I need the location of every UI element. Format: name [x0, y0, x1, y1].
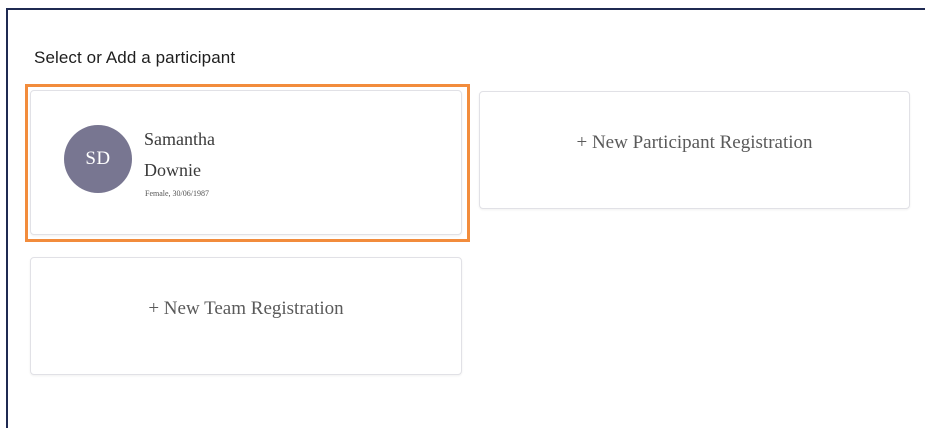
avatar-initials: SD [85, 148, 111, 169]
participant-details: Female, 30/06/1987 [145, 189, 209, 198]
new-participant-registration-button[interactable]: + New Participant Registration [479, 91, 910, 209]
new-team-registration-button[interactable]: + New Team Registration [30, 257, 462, 375]
participant-last-name: Downie [144, 160, 201, 180]
participant-card-samantha-downie[interactable]: SD Samantha Downie Female, 30/06/1987 [30, 90, 462, 235]
new-participant-registration-label: + New Participant Registration [576, 132, 813, 153]
avatar: SD [64, 125, 132, 193]
section-heading: Select or Add a participant [34, 48, 236, 67]
participant-first-name: Samantha [144, 129, 215, 149]
new-team-registration-label: + New Team Registration [148, 298, 344, 319]
